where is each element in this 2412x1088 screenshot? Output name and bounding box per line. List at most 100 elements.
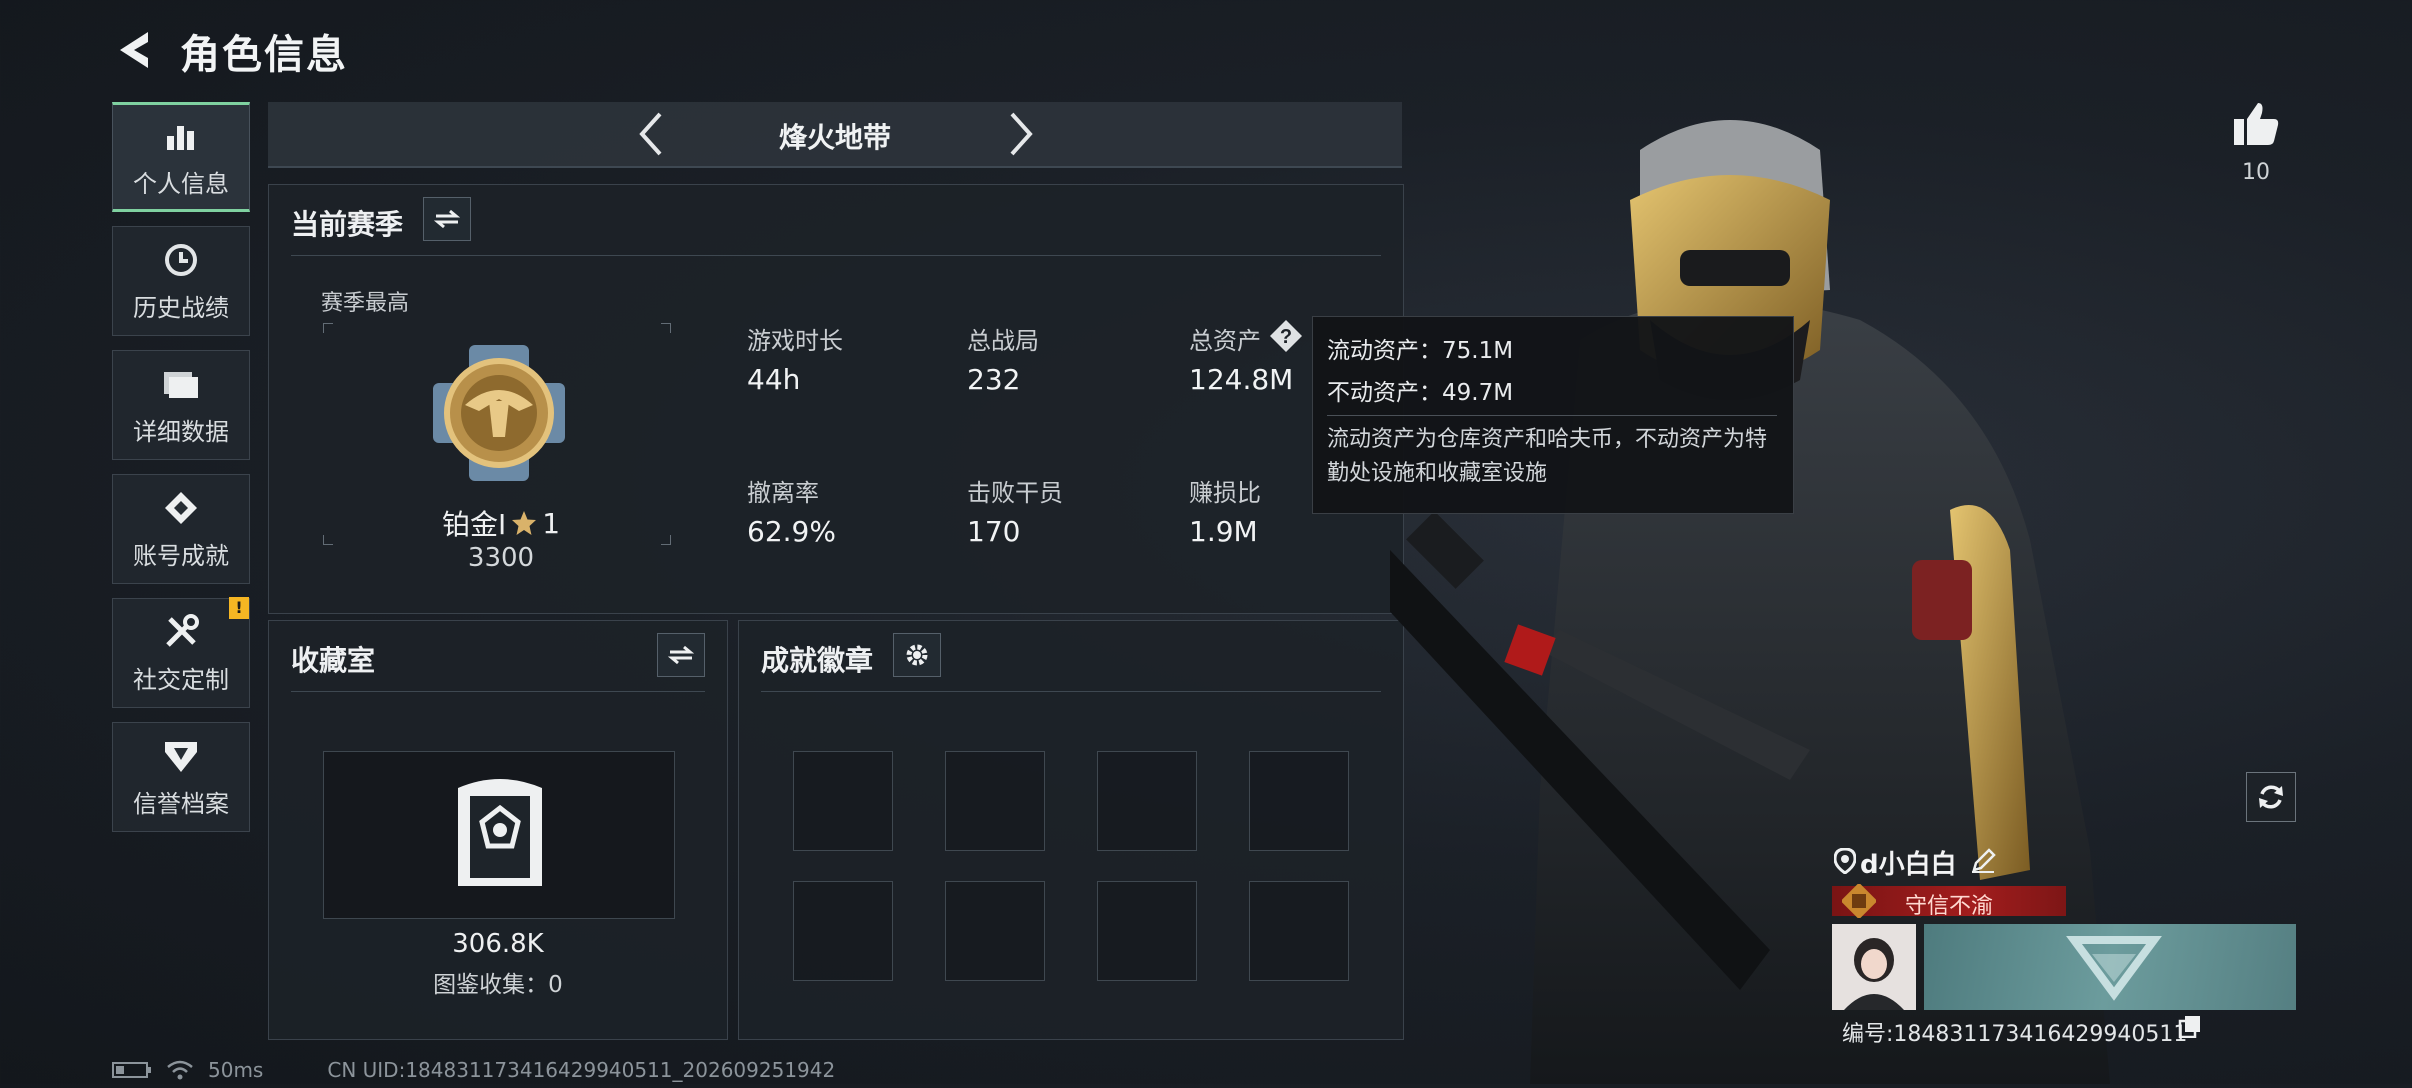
avatar[interactable] xyxy=(1832,924,1916,1010)
divider xyxy=(1327,415,1777,416)
edit-name-button[interactable] xyxy=(1970,848,1998,876)
divider xyxy=(291,255,1381,256)
svg-text:?: ? xyxy=(1280,326,1292,348)
chevron-right-icon xyxy=(1010,112,1033,156)
like-count: 10 xyxy=(2242,160,2270,185)
stat-value-assets: 124.8M xyxy=(1189,363,1294,396)
stat-value-matches: 232 xyxy=(967,363,1021,396)
nav-label: 账号成就 xyxy=(133,541,229,570)
mode-next-button[interactable] xyxy=(998,110,1044,158)
rank-stars: 1 xyxy=(542,506,561,540)
badge-slot[interactable] xyxy=(945,881,1045,981)
player-name: d小白白 xyxy=(1860,850,1957,880)
nav-item-detailed-data[interactable]: 详细数据 xyxy=(112,350,250,460)
stat-label-playtime: 游戏时长 xyxy=(747,327,843,355)
player-card: d小白白 守信不渝 编号:1848311734164299405​11 xyxy=(1832,844,2296,1054)
badge-slot[interactable] xyxy=(1097,881,1197,981)
season-title: 当前赛季 xyxy=(291,208,404,241)
stat-value-playtime: 44h xyxy=(747,363,801,396)
stat-label-assets: 总资产 xyxy=(1189,327,1261,355)
chevron-left-icon xyxy=(639,112,662,156)
nav-item-credit-record[interactable]: 信誉档案 xyxy=(112,722,250,832)
current-season-panel: 当前赛季 赛季最高 铂金I 1 3300 游戏时长 44h 总战局 232 总资… xyxy=(268,184,1404,614)
divider xyxy=(761,691,1381,692)
badge-slot[interactable] xyxy=(1097,751,1197,851)
badges-settings-button[interactable] xyxy=(893,633,941,677)
badge-slot[interactable] xyxy=(1249,881,1349,981)
location-pin-icon xyxy=(1834,848,1856,874)
alert-badge: ! xyxy=(229,597,249,619)
stat-value-extract-rate: 62.9% xyxy=(747,515,836,548)
badge-slot[interactable] xyxy=(1249,751,1349,851)
badges-panel: 成就徽章 xyxy=(738,620,1404,1040)
achievement-icon xyxy=(161,488,201,528)
pencil-icon xyxy=(1972,848,1996,873)
assets-help-button[interactable]: ? xyxy=(1269,319,1303,353)
nav-item-personal-info[interactable]: 个人信息 xyxy=(112,102,250,212)
badge-slot[interactable] xyxy=(793,881,893,981)
reputation-text: 守信不渝 xyxy=(1904,894,1993,919)
collection-panel: 收藏室 306.8K 图鉴收集：0 xyxy=(268,620,728,1040)
battery-icon xyxy=(112,1062,151,1078)
player-id: 编号:1848311734164299405​11 xyxy=(1842,1022,2188,1047)
gear-icon xyxy=(906,644,928,666)
back-button[interactable] xyxy=(108,24,158,76)
badge-slot[interactable] xyxy=(945,751,1045,851)
tooltip-liquid-assets: 流动资产：75.1M xyxy=(1327,338,1514,364)
badges-title: 成就徽章 xyxy=(761,644,874,677)
nav-item-achievements[interactable]: 账号成就 xyxy=(112,474,250,584)
back-arrow-icon xyxy=(120,32,148,68)
swap-arrows-icon xyxy=(434,209,460,229)
nav-item-social-custom[interactable]: ! 社交定制 xyxy=(112,597,250,708)
nav-label: 历史战绩 xyxy=(133,293,229,322)
mode-selector: 烽火地带 xyxy=(268,102,1402,168)
stat-label-kills: 击败干员 xyxy=(967,479,1063,507)
question-diamond-icon: ? xyxy=(1270,320,1302,352)
mode-name: 烽火地带 xyxy=(778,121,891,154)
page-title: 角色信息 xyxy=(180,32,348,78)
tooltip-note: 流动资产为仓库资产和哈夫币，不动资产为特勤处设施和收藏室设施 xyxy=(1327,427,1768,486)
copy-id-button[interactable] xyxy=(2178,1014,2204,1040)
stat-value-kills: 170 xyxy=(967,515,1021,548)
tools-icon xyxy=(161,612,201,652)
wifi-icon xyxy=(167,1060,193,1080)
status-bar: 50ms CN UID:184831173416429940511_202609… xyxy=(112,1058,835,1082)
rank-name: 铂金I xyxy=(441,508,507,541)
collection-title: 收藏室 xyxy=(291,644,376,677)
thumbs-up-icon xyxy=(2234,103,2279,145)
star-icon xyxy=(512,511,537,535)
catalog-count: 图鉴收集：0 xyxy=(433,972,563,998)
player-banner xyxy=(1924,924,2296,1010)
reputation-bar: 守信不渝 xyxy=(1832,884,2066,919)
refresh-icon xyxy=(2259,785,2283,809)
stat-value-profit-ratio: 1.9M xyxy=(1189,515,1258,548)
nav-label: 个人信息 xyxy=(133,169,229,198)
stat-label-extract-rate: 撤离率 xyxy=(747,479,819,507)
ping-value: 50ms xyxy=(208,1058,264,1082)
shield-emblem-icon xyxy=(161,736,201,776)
collection-preview[interactable] xyxy=(323,751,675,919)
nav-label: 信誉档案 xyxy=(133,789,229,818)
refresh-button[interactable] xyxy=(2246,772,2296,822)
swap-arrows-icon xyxy=(668,645,694,665)
season-best-label: 赛季最高 xyxy=(321,291,410,316)
bar-chart-icon xyxy=(161,116,201,156)
badge-slot[interactable] xyxy=(793,751,893,851)
rank-name-row: 铂金I 1 xyxy=(431,503,571,543)
like-button[interactable] xyxy=(2226,96,2286,152)
stat-label-profit-ratio: 赚损比 xyxy=(1189,479,1261,507)
nav-label: 社交定制 xyxy=(133,665,229,694)
assets-tooltip: 流动资产：75.1M 不动资产：49.7M 流动资产为仓库资产和哈夫币，不动资产… xyxy=(1312,316,1794,514)
nav-item-history[interactable]: 历史战绩 xyxy=(112,226,250,336)
collection-value: 306.8K xyxy=(452,929,544,959)
copy-icon xyxy=(2178,1016,2200,1039)
tooltip-fixed-assets: 不动资产：49.7M xyxy=(1327,380,1514,406)
vault-icon xyxy=(454,774,546,890)
rank-score: 3300 xyxy=(467,543,535,573)
season-switch-button[interactable] xyxy=(423,197,471,241)
side-nav: 个人信息 历史战绩 详细数据 账号成就 ! 社交定制 信誉档案 xyxy=(112,102,250,846)
divider xyxy=(291,691,705,692)
collection-switch-button[interactable] xyxy=(657,633,705,677)
folder-icon xyxy=(161,364,201,404)
history-clock-icon xyxy=(161,240,201,280)
